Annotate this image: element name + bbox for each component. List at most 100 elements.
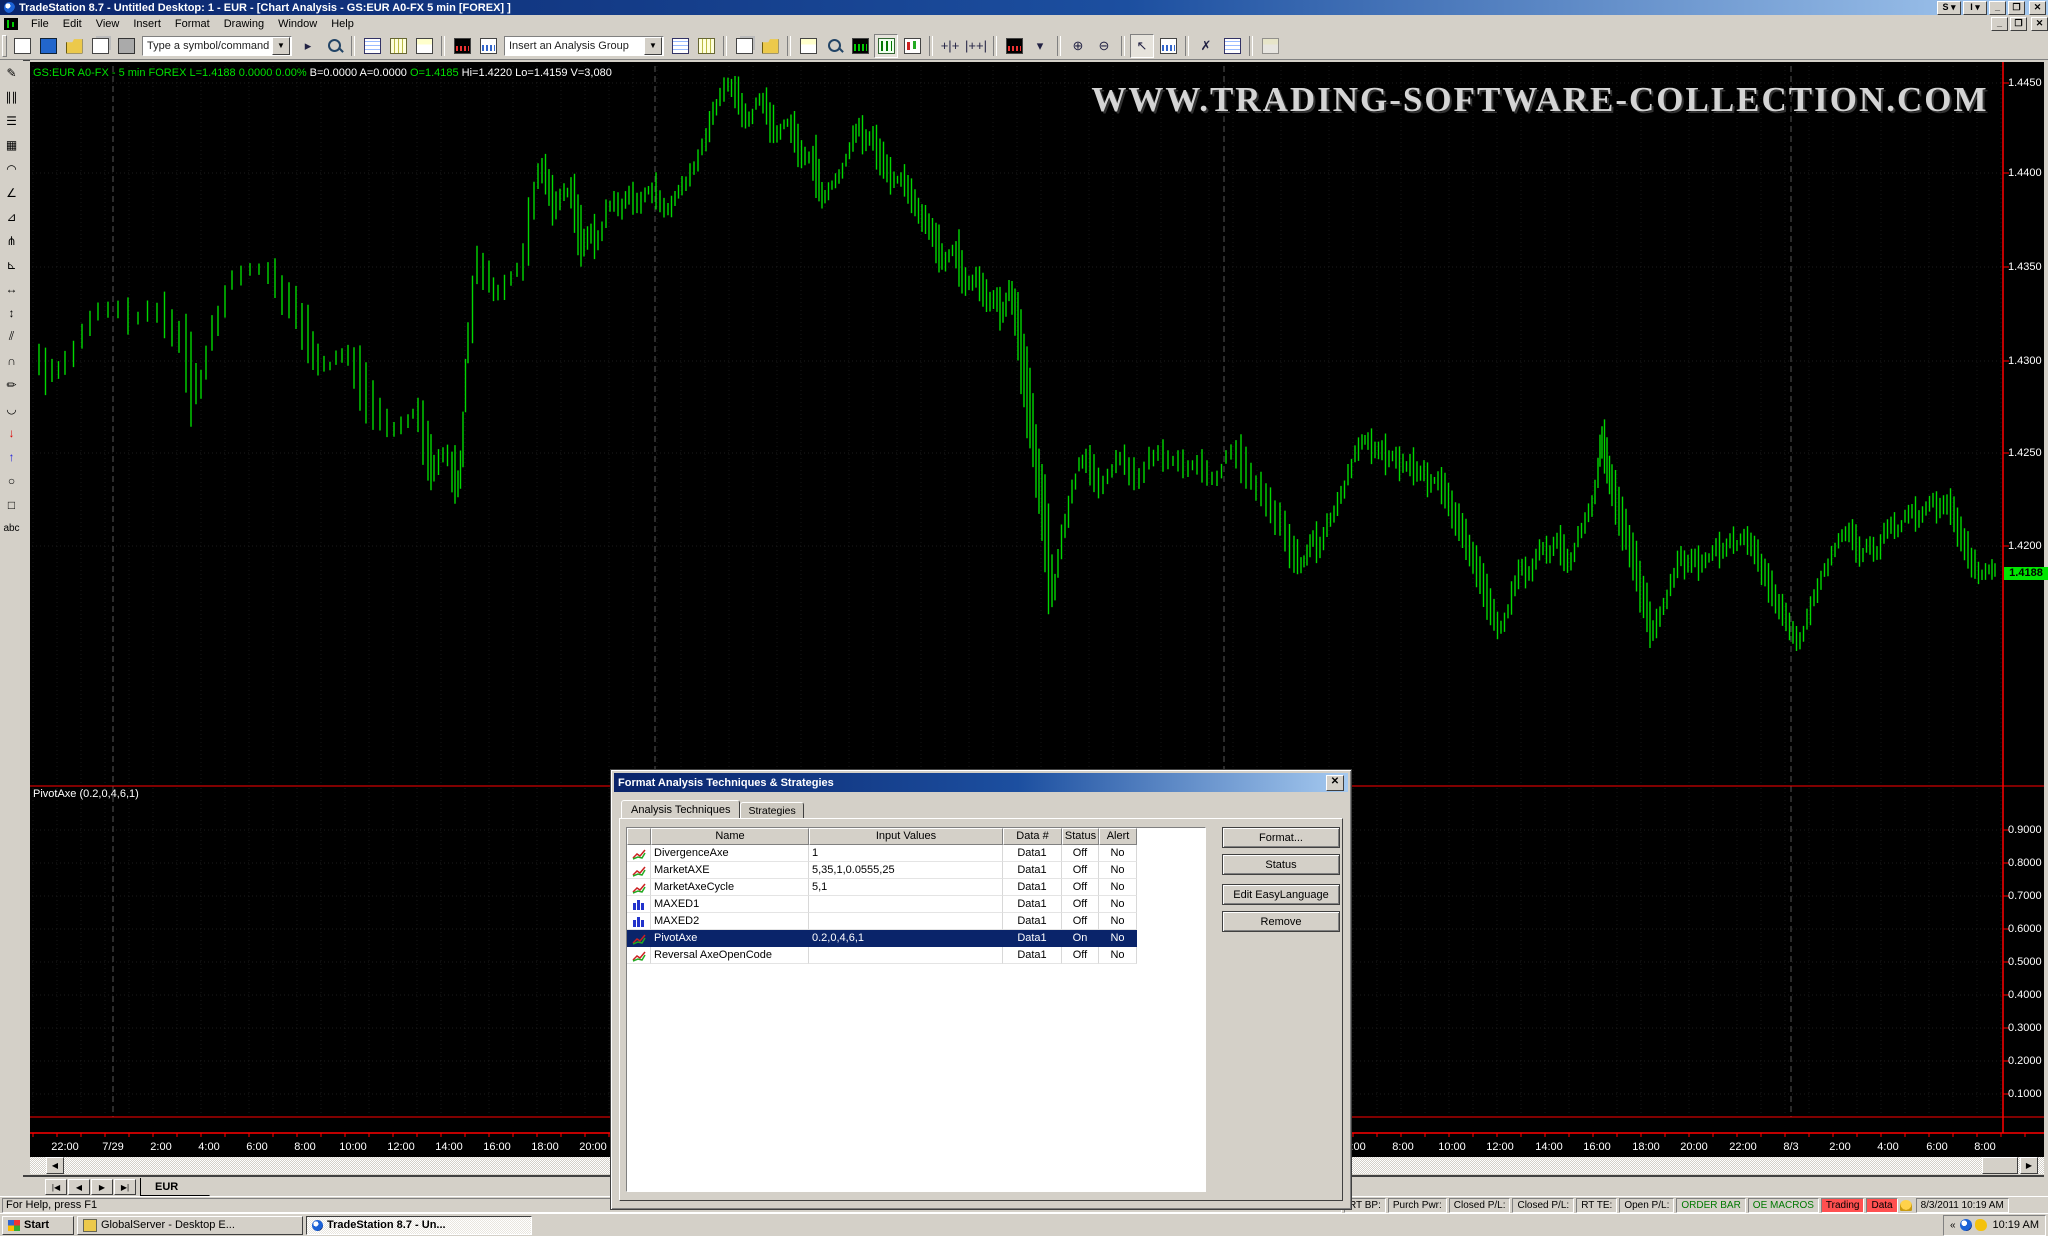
- column-header-icon[interactable]: [627, 828, 651, 845]
- send-chart-icon[interactable]: [732, 34, 756, 58]
- ohlc-bar-style-icon[interactable]: [874, 34, 898, 58]
- column-header-alert[interactable]: Alert: [1099, 828, 1137, 845]
- shortcut-s-button[interactable]: S ▾: [1937, 1, 1961, 15]
- color-dropdown-icon[interactable]: ▾: [1028, 34, 1052, 58]
- analysis-row-maxed2[interactable]: MAXED2Data1OffNo: [627, 913, 1205, 930]
- cell-inputs[interactable]: 5,35,1,0.0555,25: [809, 862, 1003, 879]
- child-restore-button[interactable]: ❐: [2010, 17, 2027, 31]
- new-page-icon[interactable]: [10, 34, 34, 58]
- analysis-combo-dropdown-icon[interactable]: ▼: [644, 37, 662, 55]
- cell-alert[interactable]: No: [1099, 896, 1137, 913]
- radar-screen-window-icon[interactable]: [476, 34, 500, 58]
- close-button[interactable]: ✕: [2029, 1, 2046, 15]
- cell-data[interactable]: Data1: [1003, 947, 1062, 964]
- horizontal-extend-tool-icon[interactable]: ↔: [1, 277, 22, 300]
- angle-tool-icon[interactable]: ∠: [1, 181, 22, 204]
- workspaces-icon[interactable]: [88, 34, 112, 58]
- import-chart-icon[interactable]: [758, 34, 782, 58]
- pointer-tool-icon[interactable]: ↖: [1130, 34, 1154, 58]
- fib-arcs-tool-icon[interactable]: ◠: [1, 157, 22, 180]
- save-desktop-icon[interactable]: [36, 34, 60, 58]
- prev-tab-button[interactable]: ◀: [68, 1179, 90, 1195]
- insert-analysis-icon[interactable]: [668, 34, 692, 58]
- quotes-window-icon[interactable]: [360, 34, 384, 58]
- tray-status-icon[interactable]: [1975, 1219, 1987, 1231]
- print-icon[interactable]: [114, 34, 138, 58]
- shortcut-i-button[interactable]: I ▾: [1963, 1, 1987, 15]
- status-field-trading[interactable]: Trading: [1821, 1198, 1865, 1213]
- tab-analysis-techniques[interactable]: Analysis Techniques: [621, 800, 740, 820]
- analysis-row-marketaxecycle[interactable]: MarketAxeCycle5,1Data1OffNo: [627, 879, 1205, 896]
- cell-status[interactable]: Off: [1062, 947, 1099, 964]
- parallel-lines-tool-icon[interactable]: ⫽: [1, 325, 22, 348]
- vertical-gridlines-tool-icon[interactable]: ∥∥: [1, 85, 22, 108]
- analysis-list[interactable]: NameInput ValuesData #StatusAlert Diverg…: [626, 827, 1206, 1192]
- menu-item-format[interactable]: Format: [168, 16, 217, 32]
- cell-name[interactable]: MAXED2: [651, 913, 809, 930]
- cell-status[interactable]: On: [1062, 930, 1099, 947]
- analysis-row-reversal-axeopencode[interactable]: Reversal AxeOpenCodeData1OffNo: [627, 947, 1205, 964]
- calculator-tool-icon[interactable]: ▦: [1, 133, 22, 156]
- cell-inputs[interactable]: 1: [809, 845, 1003, 862]
- taskbar-button-globalserver[interactable]: GlobalServer - Desktop E...: [77, 1216, 303, 1235]
- open-icon[interactable]: [62, 34, 86, 58]
- line-chart-style-icon[interactable]: [848, 34, 872, 58]
- symbol-combo-dropdown-icon[interactable]: ▼: [272, 37, 290, 55]
- cell-name[interactable]: MarketAXE: [651, 862, 809, 879]
- child-minimize-button[interactable]: _: [1991, 17, 2008, 31]
- cell-inputs[interactable]: [809, 947, 1003, 964]
- cell-inputs[interactable]: [809, 913, 1003, 930]
- column-header-name[interactable]: Name: [651, 828, 809, 845]
- toolbox-icon[interactable]: ✗: [1194, 34, 1218, 58]
- status-field-order-bar[interactable]: ORDER BAR: [1676, 1198, 1745, 1213]
- text-tool-icon[interactable]: abc: [1, 517, 22, 540]
- zoom-out-icon[interactable]: ⊖: [1092, 34, 1116, 58]
- cell-status[interactable]: Off: [1062, 862, 1099, 879]
- gann-fan-tool-icon[interactable]: ⊾: [1, 253, 22, 276]
- cell-name[interactable]: MAXED1: [651, 896, 809, 913]
- cell-name[interactable]: MarketAxeCycle: [651, 879, 809, 896]
- menu-item-window[interactable]: Window: [271, 16, 324, 32]
- analysis-combo[interactable]: Insert an Analysis Group▼: [504, 36, 664, 56]
- menu-item-view[interactable]: View: [89, 16, 127, 32]
- research-window-icon[interactable]: [412, 34, 436, 58]
- analysis-row-maxed1[interactable]: MAXED1Data1OffNo: [627, 896, 1205, 913]
- analysis-row-marketaxe[interactable]: MarketAXE5,35,1,0.0555,25Data1OffNo: [627, 862, 1205, 879]
- cycle-arcs-tool-icon[interactable]: ∩: [1, 349, 22, 372]
- cell-status[interactable]: Off: [1062, 913, 1099, 930]
- pencil-tool-icon[interactable]: ✏: [1, 373, 22, 396]
- cell-data[interactable]: Data1: [1003, 879, 1062, 896]
- cell-data[interactable]: Data1: [1003, 930, 1062, 947]
- start-button[interactable]: Start: [2, 1216, 74, 1235]
- scroll-left-button[interactable]: ◀: [46, 1157, 64, 1174]
- rectangle-tool-icon[interactable]: □: [1, 493, 22, 516]
- symbol-combo[interactable]: Type a symbol/command▼: [142, 36, 292, 56]
- tab-eur[interactable]: EUR: [140, 1178, 210, 1196]
- scrollbar-thumb[interactable]: [1982, 1157, 2018, 1174]
- remove-button[interactable]: Remove: [1222, 911, 1340, 932]
- first-tab-button[interactable]: |◀: [45, 1179, 67, 1195]
- trend-step-tool-icon[interactable]: ⊿: [1, 205, 22, 228]
- cell-data[interactable]: Data1: [1003, 862, 1062, 879]
- status-field-data[interactable]: Data: [1866, 1198, 1897, 1213]
- alert-bell-icon[interactable]: [1900, 1200, 1912, 1211]
- chart-window-icon[interactable]: [4, 18, 18, 30]
- cell-inputs[interactable]: [809, 896, 1003, 913]
- cell-status[interactable]: Off: [1062, 879, 1099, 896]
- tray-tradestation-icon[interactable]: [1960, 1219, 1972, 1231]
- dialog-title-bar[interactable]: Format Analysis Techniques & Strategies …: [614, 773, 1348, 792]
- trendline-tool-icon[interactable]: ✎: [1, 61, 22, 84]
- increase-bar-spacing-icon[interactable]: |++|: [964, 34, 988, 58]
- cell-alert[interactable]: No: [1099, 930, 1137, 947]
- menu-item-insert[interactable]: Insert: [126, 16, 168, 32]
- status-field-oe-macros[interactable]: OE MACROS: [1748, 1198, 1819, 1213]
- cell-alert[interactable]: No: [1099, 947, 1137, 964]
- toolbar-grip[interactable]: [2, 35, 7, 57]
- tray-chevron[interactable]: «: [1950, 1220, 1956, 1231]
- cell-status[interactable]: Off: [1062, 845, 1099, 862]
- cell-inputs[interactable]: 5,1: [809, 879, 1003, 896]
- minimize-button[interactable]: _: [1989, 1, 2006, 15]
- taskbar-button-tradestation[interactable]: TradeStation 8.7 - Un...: [306, 1216, 532, 1235]
- child-close-button[interactable]: ✕: [2031, 17, 2048, 31]
- cell-data[interactable]: Data1: [1003, 845, 1062, 862]
